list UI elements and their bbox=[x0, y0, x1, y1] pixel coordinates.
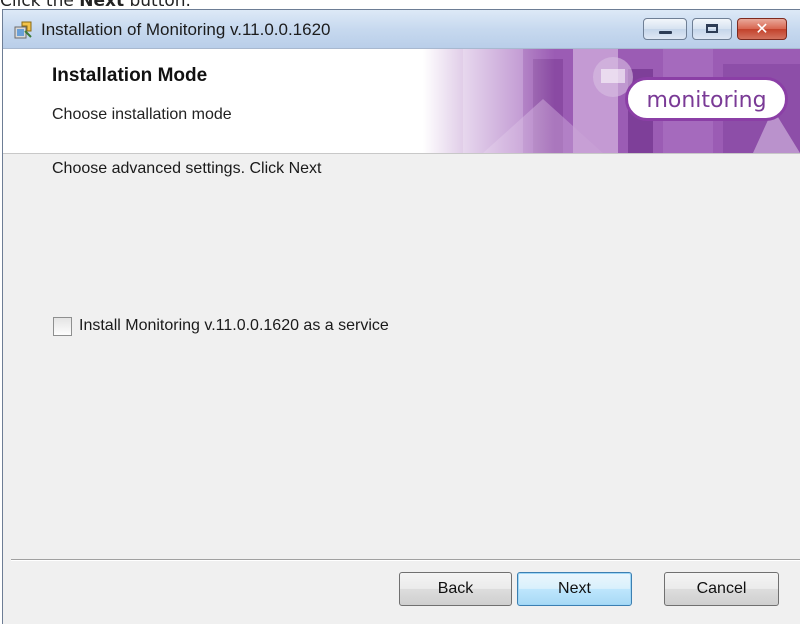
minimize-button[interactable] bbox=[643, 18, 687, 40]
page-caption: Click the Next button. bbox=[0, 0, 191, 11]
monitoring-logo: monitoring bbox=[625, 77, 788, 121]
next-button[interactable]: Next bbox=[517, 572, 632, 606]
close-button[interactable]: ✕ bbox=[737, 18, 787, 40]
title-bar[interactable]: Installation of Monitoring v.11.0.0.1620… bbox=[3, 10, 800, 49]
logo-text: monitoring bbox=[646, 88, 766, 113]
maximize-icon bbox=[706, 24, 718, 33]
header-banner: Installation Mode Choose installation mo… bbox=[3, 49, 800, 154]
service-checkbox-label[interactable]: Install Monitoring v.11.0.0.1620 as a se… bbox=[79, 317, 389, 335]
window-title: Installation of Monitoring v.11.0.0.1620 bbox=[41, 20, 331, 39]
close-icon: ✕ bbox=[755, 19, 769, 38]
maximize-button[interactable] bbox=[692, 18, 732, 40]
cancel-button[interactable]: Cancel bbox=[664, 572, 779, 606]
minimize-icon bbox=[659, 31, 672, 34]
instruction-text: Choose advanced settings. Click Next bbox=[52, 160, 322, 177]
back-button[interactable]: Back bbox=[399, 572, 512, 606]
installer-window: Installation of Monitoring v.11.0.0.1620… bbox=[2, 9, 800, 624]
page-title: Installation Mode bbox=[52, 65, 208, 86]
service-checkbox[interactable] bbox=[53, 317, 72, 336]
page-subtitle: Choose installation mode bbox=[52, 106, 232, 123]
installer-icon bbox=[14, 21, 32, 39]
footer-divider bbox=[11, 559, 800, 561]
